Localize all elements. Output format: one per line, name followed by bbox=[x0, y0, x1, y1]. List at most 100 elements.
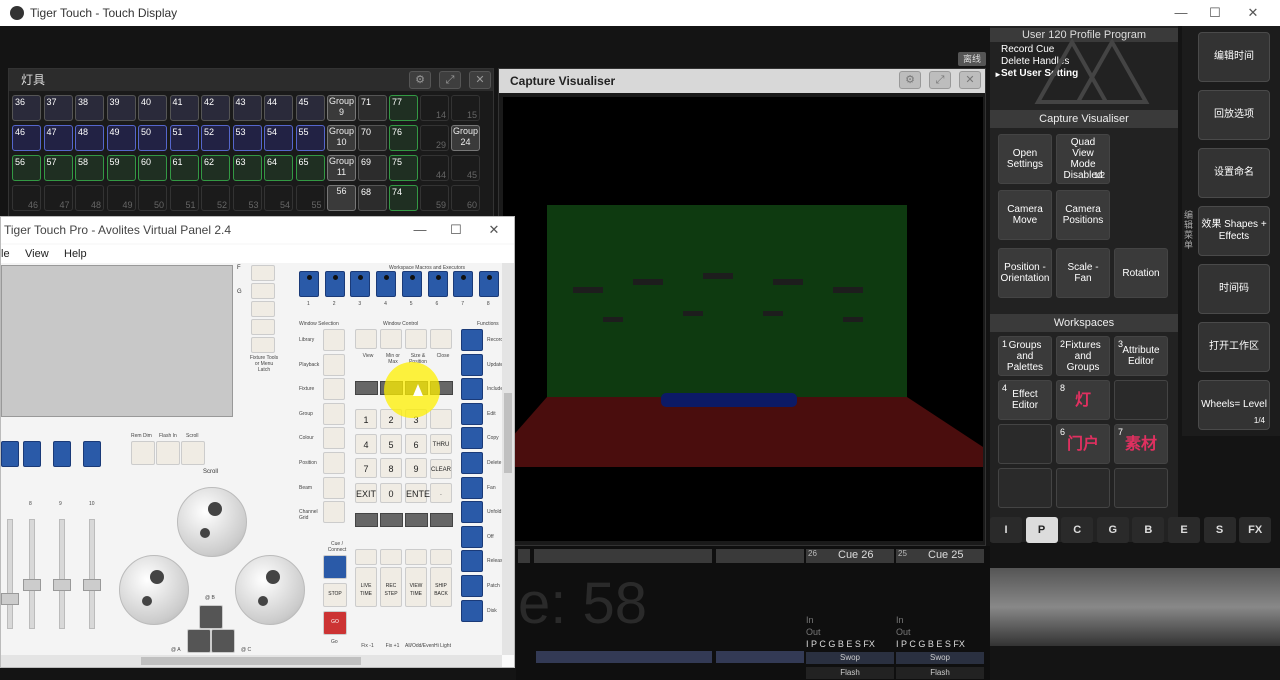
workspace-button[interactable]: 4 Effect Editor bbox=[998, 380, 1052, 420]
cue-key[interactable]: REC STEP bbox=[380, 567, 402, 607]
macro-key[interactable] bbox=[453, 271, 474, 297]
macro-key[interactable] bbox=[478, 271, 499, 297]
capture-button[interactable]: Quad View Mode Disabled 1/2 bbox=[1056, 134, 1110, 184]
fader-knob[interactable] bbox=[83, 579, 101, 591]
menu-help[interactable]: Help bbox=[64, 248, 87, 260]
resize-icon[interactable]: ⤢ bbox=[929, 71, 951, 89]
wheel-display[interactable] bbox=[990, 568, 1280, 646]
fixture-cell[interactable]: 58 bbox=[75, 155, 104, 181]
fixture-cell[interactable]: 62 bbox=[201, 155, 230, 181]
numpad-dark-key[interactable] bbox=[355, 513, 378, 527]
function-key[interactable] bbox=[461, 329, 483, 351]
fader-select-key[interactable] bbox=[1, 441, 19, 467]
cue-key[interactable]: SHIP BACK bbox=[430, 567, 452, 607]
flash-button[interactable]: Flash bbox=[806, 667, 894, 679]
fixture-cell[interactable]: 49 bbox=[106, 125, 136, 151]
side-button[interactable]: 打开工作区 bbox=[1198, 322, 1270, 372]
capture-button[interactable]: Camera Move bbox=[998, 190, 1052, 240]
fixture-cell[interactable]: 53 bbox=[232, 125, 262, 151]
visualiser-viewport[interactable] bbox=[503, 97, 983, 541]
fixture-cell[interactable]: 59 bbox=[106, 155, 136, 181]
workspace-button[interactable]: 7 素材 bbox=[1114, 424, 1168, 464]
encoder-wheel[interactable] bbox=[235, 555, 305, 625]
cue-top-key[interactable] bbox=[355, 549, 377, 565]
close-icon[interactable]: ✕ bbox=[959, 71, 981, 89]
playback-fader-slot[interactable] bbox=[716, 651, 804, 663]
capture-button[interactable]: Camera Positions bbox=[1056, 190, 1110, 240]
fixture-cell[interactable]: 44 bbox=[420, 155, 449, 181]
tab-p[interactable]: P bbox=[1025, 517, 1058, 543]
fader-track[interactable] bbox=[59, 519, 65, 629]
fixture-tool-key[interactable] bbox=[251, 319, 275, 335]
macro-key[interactable] bbox=[427, 271, 448, 297]
fixture-cell[interactable]: 56 bbox=[12, 155, 41, 181]
fixture-cell[interactable]: 64 bbox=[264, 155, 293, 181]
fixture-cell[interactable]: 46 bbox=[12, 125, 41, 151]
window-selection-key[interactable] bbox=[323, 501, 345, 524]
maximize-button[interactable]: ☐ bbox=[441, 220, 471, 240]
fixture-cell[interactable]: 75 bbox=[389, 155, 418, 181]
numpad-key[interactable]: 6 bbox=[405, 433, 427, 454]
fader-track[interactable] bbox=[89, 519, 95, 629]
fixture-cell[interactable]: 63 bbox=[232, 155, 262, 181]
numpad-key[interactable]: 4 bbox=[355, 433, 377, 454]
cue-top-key[interactable] bbox=[430, 549, 452, 565]
function-key[interactable] bbox=[461, 402, 483, 425]
cue-25-bar[interactable]: 25 Cue 25 bbox=[896, 549, 984, 563]
fader-knob[interactable] bbox=[1, 593, 19, 605]
swop-button[interactable]: Swop bbox=[806, 652, 894, 664]
numpad-key[interactable]: 0 bbox=[380, 482, 402, 503]
menu-view[interactable]: View bbox=[25, 248, 49, 260]
numpad-key[interactable]: EXIT bbox=[355, 482, 377, 503]
side-button[interactable]: 设置命名 bbox=[1198, 148, 1270, 198]
fixture-cell[interactable]: 74 bbox=[389, 185, 418, 211]
stop-button[interactable]: STOP bbox=[323, 583, 347, 607]
side-button[interactable]: 回放选项 bbox=[1198, 90, 1270, 140]
window-control-key[interactable] bbox=[380, 329, 402, 349]
fixture-cell[interactable]: 45 bbox=[451, 155, 480, 181]
window-control-key[interactable] bbox=[355, 329, 377, 349]
playback-fader-slot[interactable] bbox=[536, 651, 712, 663]
cue-blue-key[interactable] bbox=[323, 555, 347, 579]
fixture-cell[interactable]: 68 bbox=[358, 185, 387, 211]
fixture-cell[interactable]: 51 bbox=[169, 185, 199, 211]
tab-fx[interactable]: FX bbox=[1239, 517, 1272, 543]
rem-dim-key[interactable] bbox=[131, 441, 155, 465]
fixture-cell[interactable]: 48 bbox=[75, 185, 104, 211]
fixture-cell[interactable]: 71 bbox=[358, 95, 387, 121]
minimize-button[interactable]: — bbox=[1166, 3, 1196, 23]
group-cell[interactable]: Group 10 bbox=[327, 125, 356, 151]
fixture-cell[interactable]: 50 bbox=[138, 185, 167, 211]
fixture-cell[interactable]: 52 bbox=[201, 125, 230, 151]
capture-button[interactable]: Open Settings bbox=[998, 134, 1052, 184]
scroll-thumb[interactable] bbox=[504, 393, 512, 473]
gear-icon[interactable]: ⚙ bbox=[899, 71, 921, 89]
macro-key[interactable] bbox=[376, 271, 397, 297]
window-selection-key[interactable] bbox=[323, 452, 345, 474]
fixture-cell[interactable]: 38 bbox=[75, 95, 104, 121]
fader-knob[interactable] bbox=[23, 579, 41, 591]
fixture-cell[interactable]: 36 bbox=[12, 95, 41, 121]
minimize-button[interactable]: — bbox=[405, 220, 435, 240]
fixture-cell[interactable]: 55 bbox=[295, 125, 325, 151]
cue-26-bar[interactable]: 26 Cue 26 bbox=[806, 549, 894, 563]
cue-top-key[interactable] bbox=[380, 549, 402, 565]
fader-knob[interactable] bbox=[53, 579, 71, 591]
fixture-cell[interactable]: 42 bbox=[201, 95, 230, 121]
fixture-cell[interactable]: 45 bbox=[295, 95, 325, 121]
function-key[interactable] bbox=[461, 575, 483, 597]
fixture-cell[interactable]: 48 bbox=[75, 125, 104, 151]
function-key[interactable] bbox=[461, 378, 483, 401]
group-cell[interactable]: Group 11 bbox=[327, 155, 356, 181]
workspace-button[interactable] bbox=[1056, 468, 1110, 508]
group-cell[interactable]: Group 9 bbox=[327, 95, 356, 121]
fixture-cell[interactable]: 51 bbox=[169, 125, 199, 151]
window-selection-key[interactable] bbox=[323, 378, 345, 401]
tab-s[interactable]: S bbox=[1203, 517, 1236, 543]
function-key[interactable] bbox=[461, 427, 483, 450]
fixture-tool-key[interactable] bbox=[251, 283, 275, 299]
rem-dim-key[interactable] bbox=[181, 441, 205, 465]
side-button[interactable]: 时间码 bbox=[1198, 264, 1270, 314]
fixture-cell[interactable]: 53 bbox=[232, 185, 262, 211]
fixture-cell[interactable]: 70 bbox=[358, 125, 387, 151]
